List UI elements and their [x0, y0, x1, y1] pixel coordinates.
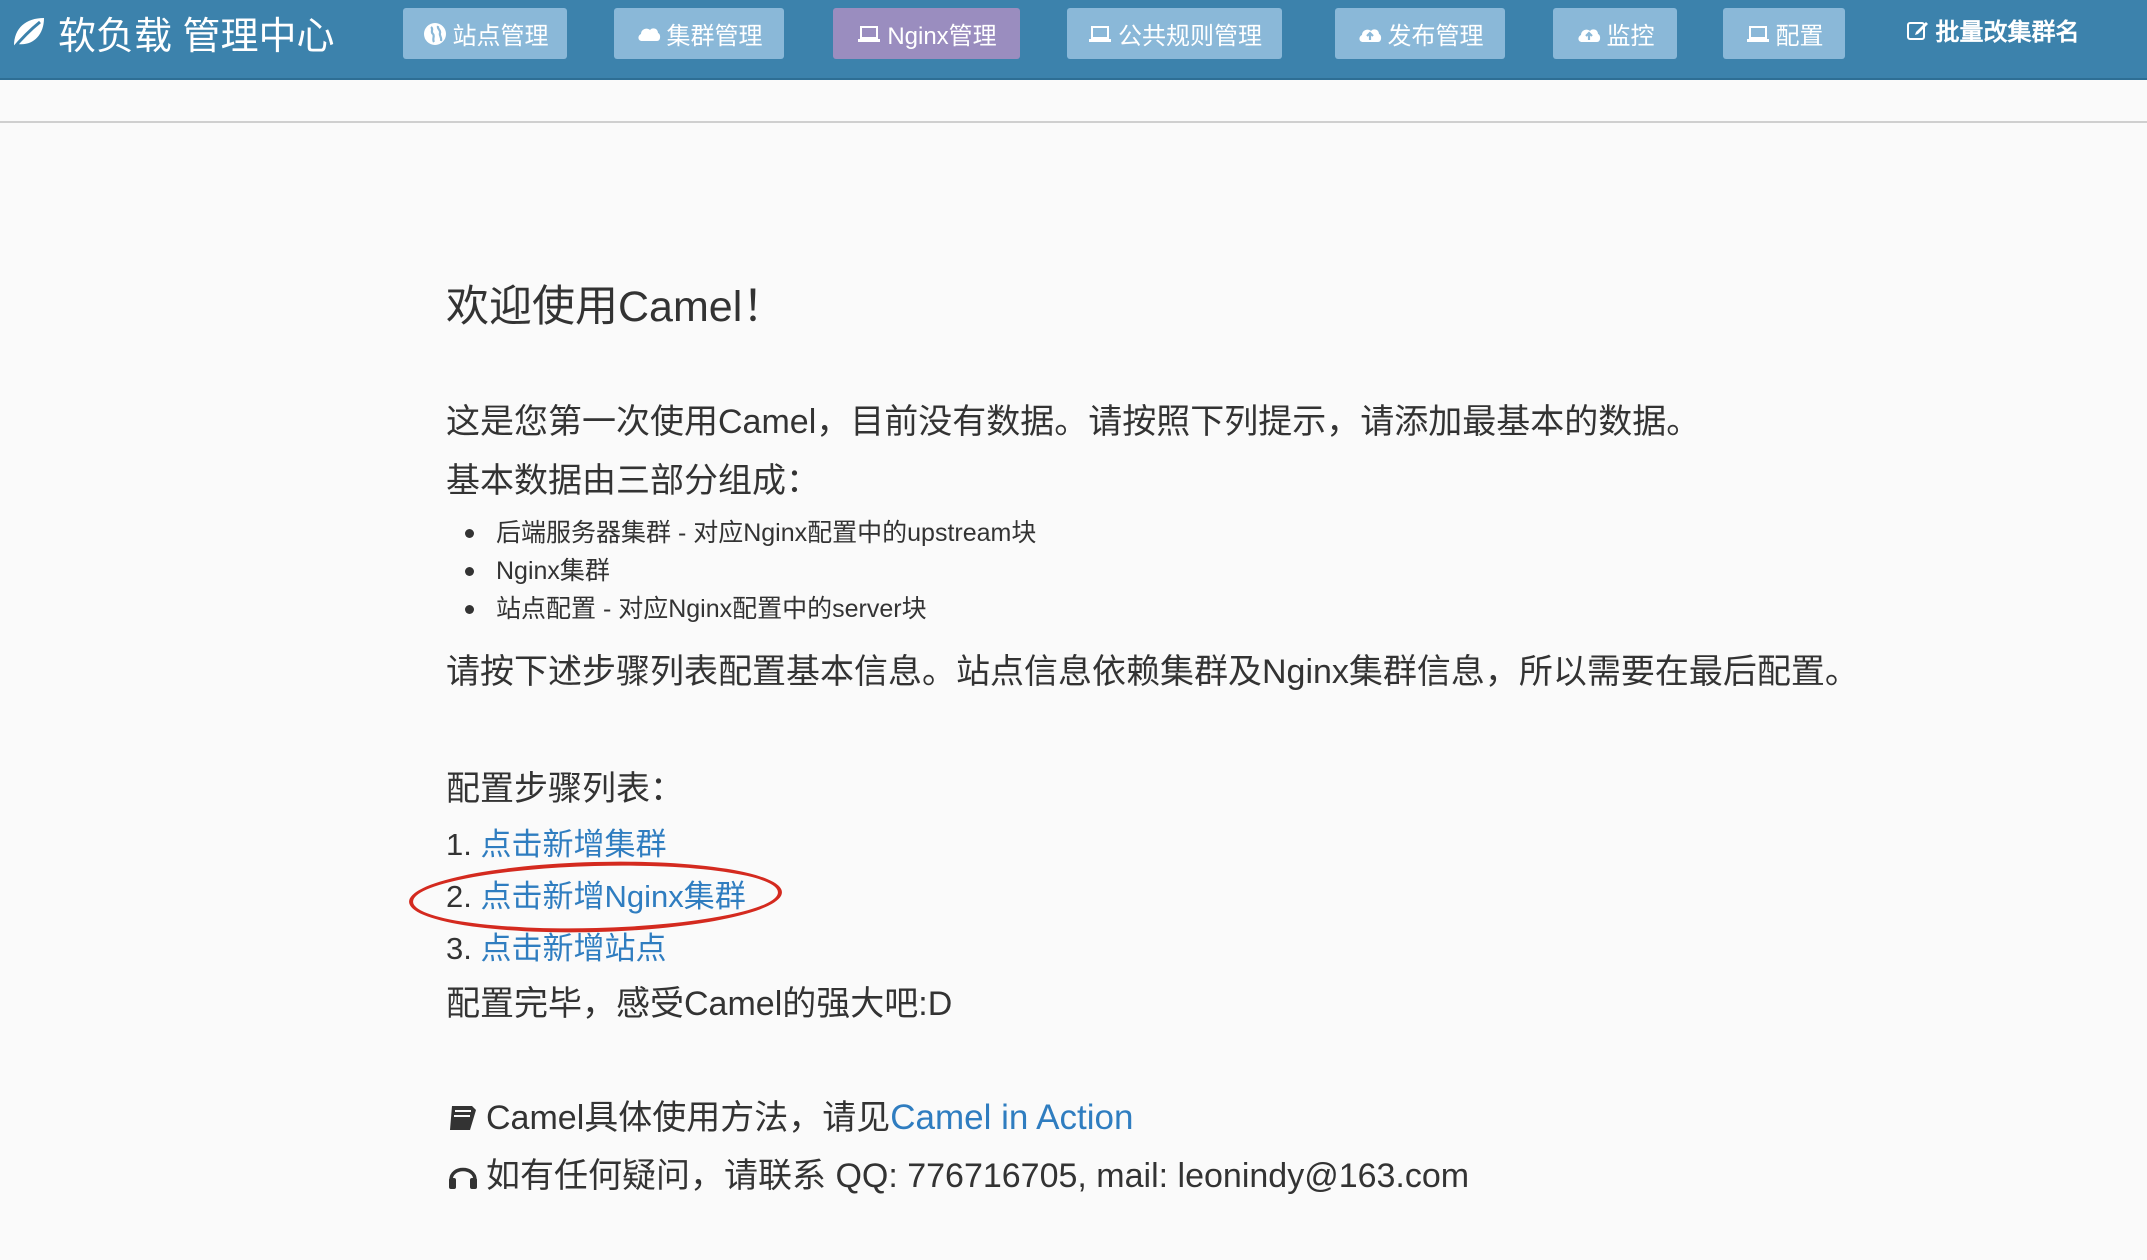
nav-label: 公共规则管理	[1118, 23, 1262, 50]
nav-label: Nginx管理	[887, 23, 997, 50]
leaf-icon	[10, 18, 44, 51]
header-divider	[0, 121, 2147, 123]
nav-label: 配置	[1775, 23, 1824, 50]
docs-prefix: Camel具体使用方法，请见	[486, 1099, 891, 1137]
nav-label: 监控	[1606, 23, 1655, 50]
completion-text: 配置完毕，感受Camel的强大吧:D	[446, 985, 953, 1023]
brand-title: 软负载 管理中心	[58, 15, 335, 58]
nav-release-management[interactable]: 发布管理	[1335, 8, 1505, 59]
nav-nginx-management[interactable]: Nginx管理	[833, 8, 1020, 59]
step-number: 3.	[446, 931, 472, 966]
list-item: 站点配置 - 对应Nginx配置中的server块	[446, 590, 1036, 628]
nav-site-management[interactable]: 站点管理	[403, 8, 567, 59]
welcome-heading: 欢迎使用Camel！	[446, 283, 786, 331]
book-icon	[450, 1106, 476, 1130]
nav-label: 站点管理	[452, 23, 549, 50]
nav-label: 批量改集群名	[1935, 19, 2080, 46]
add-cluster-link[interactable]: 点击新增集群	[480, 827, 666, 862]
nav-cluster-management[interactable]: 集群管理	[614, 8, 784, 59]
highlight-ellipse-annotation	[408, 857, 783, 937]
laptop-icon	[1746, 25, 1769, 42]
contact-text: 如有任何疑问，请联系 QQ: 776716705, mail: leonindy…	[486, 1157, 1470, 1195]
instruction-text: 请按下述步骤列表配置基本信息。站点信息依赖集群及Nginx集群信息，所以需要在最…	[446, 653, 1859, 691]
edit-icon	[1906, 21, 1928, 40]
data-parts-list: 后端服务器集群 - 对应Nginx配置中的upstream块 Nginx集群 站…	[446, 514, 1036, 628]
step-number: 1.	[446, 827, 472, 862]
nav-label: 发布管理	[1387, 23, 1484, 50]
globe-icon	[423, 22, 446, 45]
intro-text: 这是您第一次使用Camel，目前没有数据。请按照下列提示，请添加最基本的数据。	[446, 403, 1701, 441]
composition-text: 基本数据由三部分组成：	[446, 462, 820, 500]
headphones-icon	[449, 1167, 477, 1189]
list-item: Nginx集群	[446, 552, 1036, 590]
list-item: 后端服务器集群 - 对应Nginx配置中的upstream块	[446, 514, 1036, 552]
brand[interactable]: 软负载 管理中心	[8, 8, 335, 58]
cloud-icon	[637, 27, 660, 41]
nav-label: 集群管理	[666, 23, 763, 50]
nav-monitoring[interactable]: 监控	[1553, 8, 1677, 59]
cloud-upload-icon	[1358, 28, 1381, 42]
contact-line: 如有任何疑问，请联系 QQ: 776716705, mail: leonindy…	[446, 1148, 1469, 1197]
laptop-icon	[1089, 25, 1111, 42]
steps-heading: 配置步骤列表：	[446, 770, 684, 808]
step-item-1: 1. 点击新增集群	[446, 819, 666, 864]
nav-batch-rename-cluster[interactable]: 批量改集群名	[1882, 4, 2102, 55]
top-navbar: 软负载 管理中心 站点管理 集群管理 Nginx管理 公共规则管理 发布管理 监…	[0, 0, 2147, 80]
cloud-upload-icon	[1577, 28, 1600, 42]
add-site-link[interactable]: 点击新增站点	[480, 931, 666, 966]
nav-configuration[interactable]: 配置	[1723, 8, 1845, 59]
laptop-icon	[858, 25, 881, 42]
docs-line: Camel具体使用方法，请见Camel in Action	[446, 1090, 1133, 1139]
nav-common-rules-management[interactable]: 公共规则管理	[1067, 8, 1282, 59]
camel-in-action-link[interactable]: Camel in Action	[890, 1098, 1133, 1137]
